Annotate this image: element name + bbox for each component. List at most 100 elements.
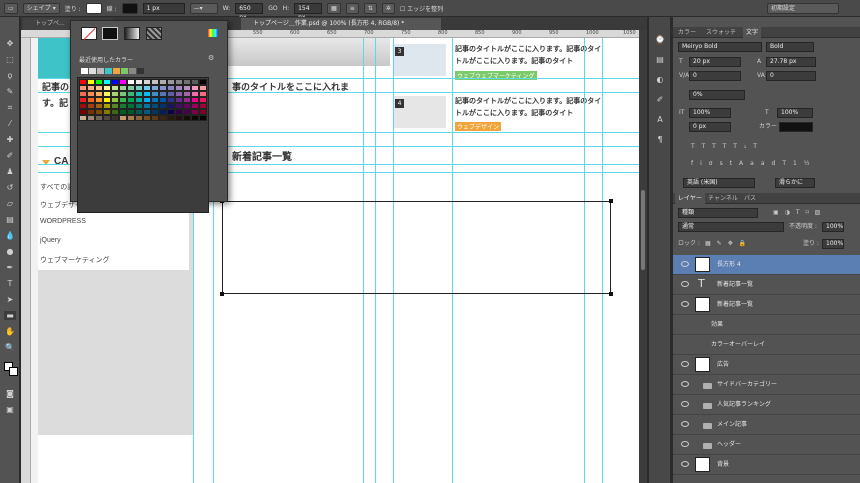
article-tag[interactable]: ウェブデザイン: [455, 122, 502, 131]
text-style-buttons[interactable]: TTTTT₁T: [691, 142, 764, 152]
marquee-tool-icon[interactable]: ⬚: [4, 55, 16, 64]
anchor-point[interactable]: [609, 199, 613, 203]
pattern-button[interactable]: [146, 27, 162, 40]
tool-preset-picker[interactable]: ▭: [4, 2, 18, 14]
eye-icon[interactable]: [681, 381, 689, 387]
font-family-select[interactable]: Meiryo Bold: [678, 42, 762, 52]
lock-icons[interactable]: ▦✎✥🔒: [705, 239, 752, 249]
tab-character[interactable]: 文字: [743, 27, 762, 38]
recent-swatch[interactable]: [97, 68, 104, 74]
hand-tool-icon[interactable]: ✋: [4, 327, 16, 336]
anchor-point[interactable]: [220, 292, 224, 296]
paragraph-panel-icon[interactable]: ¶: [654, 135, 666, 144]
brush-tool-icon[interactable]: ✐: [4, 151, 16, 160]
eye-icon[interactable]: [681, 301, 689, 307]
category-item[interactable]: jQuery: [40, 237, 61, 244]
rectangle-shape-selected[interactable]: [222, 201, 611, 294]
no-color-button[interactable]: [81, 27, 97, 41]
color-swatch[interactable]: [103, 115, 111, 121]
layer-row[interactable]: サイドバーカテゴリー: [673, 375, 860, 395]
background-color-swatch[interactable]: [9, 367, 18, 376]
opentype-buttons[interactable]: fiσstAaadT1½: [691, 159, 817, 169]
doc-tab-active[interactable]: トップページ＿作業.psd @ 100% (長方形 4, RGB/8) *: [241, 18, 441, 30]
screen-mode-icon[interactable]: ▣: [4, 405, 16, 414]
properties-panel-icon[interactable]: ▤: [654, 55, 666, 64]
color-swatch[interactable]: [111, 115, 119, 121]
width-field[interactable]: 650 px: [235, 2, 264, 21]
horizontal-scale-field[interactable]: 100%: [777, 108, 813, 118]
lasso-tool-icon[interactable]: ϙ: [4, 71, 16, 80]
vertical-scale-field[interactable]: 100%: [689, 108, 731, 118]
color-swatch[interactable]: [167, 115, 175, 121]
eye-icon[interactable]: [681, 461, 689, 467]
rectangle-tool-icon[interactable]: ▬: [4, 311, 16, 320]
color-swatch[interactable]: [127, 115, 135, 121]
workspace-select[interactable]: 初期設定: [767, 3, 839, 14]
color-swatch[interactable]: [95, 115, 103, 121]
healing-brush-icon[interactable]: ✚: [4, 135, 16, 144]
font-style-select[interactable]: Bold: [766, 42, 814, 52]
character-panel-icon[interactable]: A: [654, 115, 666, 124]
dodge-tool-icon[interactable]: ●: [4, 247, 16, 256]
quick-select-tool-icon[interactable]: ✎: [4, 87, 16, 96]
path-select-tool-icon[interactable]: ➤: [4, 295, 16, 304]
opacity-field[interactable]: 100%: [822, 222, 844, 232]
eye-icon[interactable]: [681, 401, 689, 407]
quick-mask-icon[interactable]: ◙: [4, 389, 16, 398]
layer-filter-select[interactable]: 種類: [678, 208, 758, 218]
recent-swatch[interactable]: [81, 68, 88, 74]
ruler-left[interactable]: [21, 38, 31, 483]
blur-tool-icon[interactable]: 💧: [4, 231, 16, 240]
tab-paths[interactable]: パス: [741, 193, 759, 204]
baseline-field[interactable]: 0 px: [689, 122, 731, 132]
tab-channels[interactable]: チャンネル: [705, 193, 741, 204]
path-alignment-icon[interactable]: ≡: [345, 2, 359, 14]
layer-row[interactable]: 効果: [673, 315, 860, 335]
font-size-field[interactable]: 20 px: [689, 57, 741, 67]
eye-icon[interactable]: [681, 361, 689, 367]
gradient-tool-icon[interactable]: ▤: [4, 215, 16, 224]
antialias-select[interactable]: 滑らかに: [775, 178, 815, 188]
link-icon[interactable]: GO: [268, 5, 277, 12]
recent-swatch[interactable]: [137, 68, 144, 74]
vertical-scrollbar[interactable]: [639, 30, 647, 483]
layer-row[interactable]: カラーオーバーレイ: [673, 335, 860, 355]
layer-row[interactable]: 人気記事ランキング: [673, 395, 860, 415]
color-swatch[interactable]: [199, 115, 207, 121]
color-swatch[interactable]: [159, 115, 167, 121]
leading-field[interactable]: 27.78 px: [766, 57, 816, 67]
brush-panel-icon[interactable]: ✐: [654, 95, 666, 104]
history-brush-icon[interactable]: ↺: [4, 183, 16, 192]
gear-icon[interactable]: ✲: [381, 2, 395, 14]
tab-swatches[interactable]: スウォッチ: [703, 27, 739, 38]
pen-tool-icon[interactable]: ✒: [4, 263, 16, 272]
stamp-tool-icon[interactable]: ♟: [4, 167, 16, 176]
align-edges-checkbox[interactable]: ☐ エッジを整列: [400, 4, 443, 13]
color-swatch[interactable]: [119, 115, 127, 121]
color-swatch[interactable]: [191, 115, 199, 121]
tab-color[interactable]: カラー: [675, 27, 699, 38]
fill-field[interactable]: 100%: [822, 239, 844, 249]
layer-row[interactable]: 背景: [673, 455, 860, 475]
zoom-tool-icon[interactable]: 🔍: [4, 343, 16, 352]
color-swatch[interactable]: [79, 115, 87, 121]
category-item[interactable]: WORDPRESS: [40, 218, 86, 225]
layer-row[interactable]: 長方形 4: [673, 255, 860, 275]
tracking-field[interactable]: 0: [766, 71, 816, 81]
color-picker-icon[interactable]: [208, 29, 218, 37]
layer-row[interactable]: 広告: [673, 355, 860, 375]
type-tool-icon[interactable]: T: [4, 279, 16, 288]
path-arrangement-icon[interactable]: ⇅: [363, 2, 377, 14]
color-swatch[interactable]: [135, 115, 143, 121]
recent-swatch[interactable]: [89, 68, 96, 74]
shape-mode-select[interactable]: シェイプ ▾: [22, 2, 60, 14]
layer-row[interactable]: 新着記事一覧: [673, 295, 860, 315]
move-tool-icon[interactable]: ✥: [4, 39, 16, 48]
tsume-field[interactable]: 0%: [689, 90, 745, 100]
eye-icon[interactable]: [681, 281, 689, 287]
color-swatch[interactable]: [151, 115, 159, 121]
recent-swatch[interactable]: [113, 68, 120, 74]
path-operations-icon[interactable]: ▦: [327, 2, 341, 14]
scrollbar-thumb[interactable]: [641, 190, 645, 270]
stroke-swatch[interactable]: [121, 2, 138, 14]
